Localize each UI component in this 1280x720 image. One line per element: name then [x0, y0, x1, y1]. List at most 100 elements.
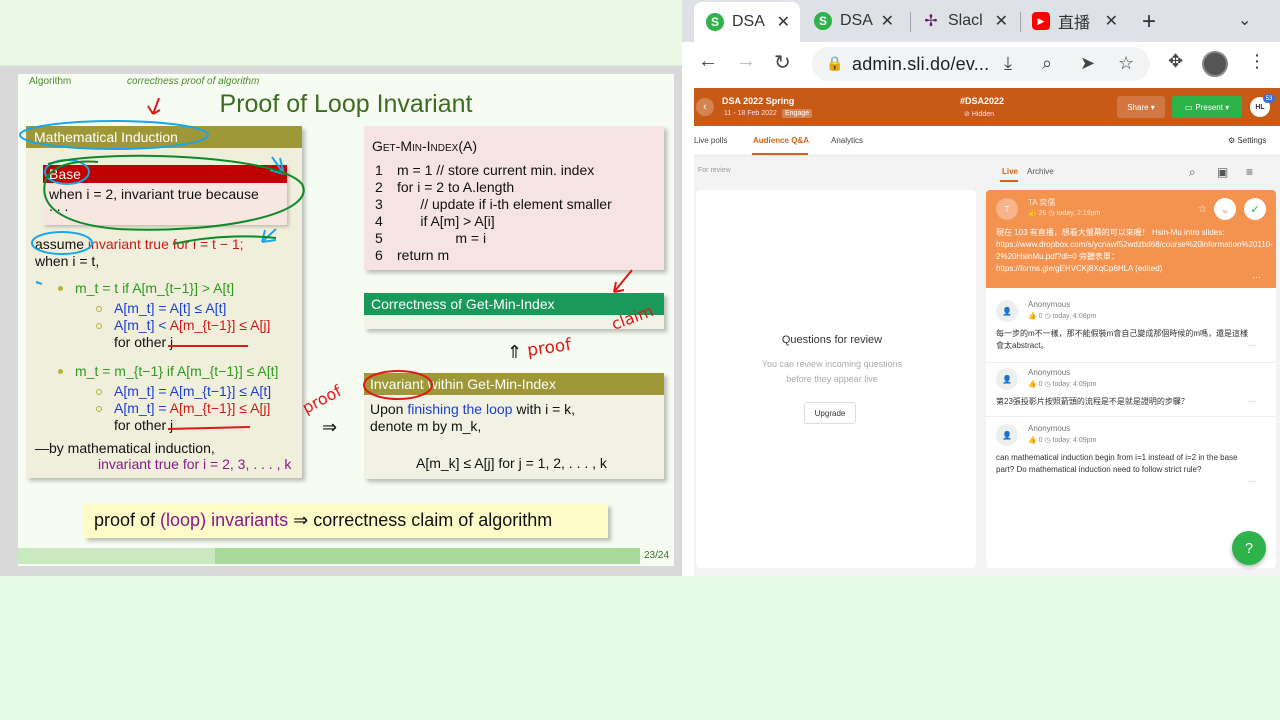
line-number: 2 — [375, 179, 383, 195]
profile-avatar[interactable] — [1202, 51, 1228, 77]
code-text: for i = 2 to A.length — [397, 179, 515, 195]
tab-bar: S DSA ✕ S DSA ✕ ✢ Slacl ✕ ▶ 直播 ✕ + ⌄ — [682, 0, 1280, 42]
tab-archive[interactable]: Archive — [1027, 167, 1054, 176]
code-text: if A[m] > A[i] — [397, 213, 495, 229]
more-icon[interactable]: ··· — [1248, 396, 1257, 406]
forward-icon[interactable]: → — [736, 50, 756, 73]
bullet-icon — [58, 286, 63, 291]
slide-progress-fill — [215, 548, 640, 564]
code-text: m = i — [397, 230, 487, 246]
tab-audience-qa[interactable]: Audience Q&A — [753, 136, 809, 145]
base-heading: Base — [43, 165, 287, 183]
lock-icon: 🔒 — [826, 55, 844, 71]
more-menu-icon[interactable]: ⋮ — [1248, 51, 1266, 72]
line-number: 4 — [375, 213, 383, 229]
implies-arrow: ⇒ — [322, 417, 338, 437]
question-list: T TA 奕儒 👍 26 ◷ today, 2:19pm ☆ ⌄ ✓ 現在 10… — [986, 190, 1276, 568]
question-meta: 👍 0 ◷ today, 4:08pm — [1028, 313, 1097, 320]
back-chevron-icon[interactable]: ‹ — [696, 98, 714, 116]
new-tab-button[interactable]: + — [1142, 8, 1156, 36]
help-icon[interactable]: ? — [1232, 531, 1266, 565]
case2-line1: A[m_t] = A[m_{t−1}] ≤ A[t] — [114, 383, 272, 399]
invariant-line1: Upon finishing the loop with i = k, — [370, 401, 576, 417]
case1-line1: A[m_t] = A[t] ≤ A[t] — [114, 300, 227, 316]
tab-youtube[interactable]: ▶ 直播 ✕ — [1024, 6, 1128, 36]
tab-separator — [910, 12, 911, 32]
slido-header: ‹ DSA 2022 Spring 11 - 18 Feb 2022 Engag… — [694, 88, 1280, 126]
close-icon[interactable]: ✕ — [777, 12, 790, 32]
case1-heading: m_t = t if A[m_{t−1}] > A[t] — [75, 280, 235, 296]
tab-live-polls[interactable]: Live polls — [694, 136, 727, 145]
question-text: 第23張投影片按照箭頭的流程是不是就是證明的步驟？ — [996, 397, 1189, 406]
code-text: return m — [397, 247, 450, 263]
sub-bullet-icon — [96, 323, 102, 329]
visibility-status: ⊘ Hidden — [964, 111, 994, 118]
assume-line: assume invariant true for i = t − 1; — [35, 236, 244, 252]
close-icon[interactable]: ✕ — [995, 11, 1008, 31]
tab-separator — [1020, 12, 1021, 32]
upgrade-button[interactable]: Upgrade — [804, 402, 856, 424]
more-icon[interactable]: ··· — [1252, 272, 1261, 282]
close-icon[interactable]: ✕ — [1105, 11, 1118, 31]
check-icon[interactable]: ✓ — [1244, 198, 1266, 220]
address-bar[interactable]: 🔒 admin.sli.do/ev... ⤓ ⌕ ➤ ☆ — [812, 47, 1150, 81]
code-line: 1 m = 1 // store current min. index — [375, 162, 612, 179]
svg-text:proof: proof — [526, 335, 574, 361]
sub-bullet-icon — [96, 306, 102, 312]
active-tab-indicator — [1000, 180, 1018, 182]
slido-icon: S — [706, 13, 724, 31]
correctness-block: Correctness of Get-Min-Index — [364, 293, 664, 329]
code-text: m = 1 // store current min. index — [397, 162, 595, 178]
extensions-icon[interactable]: ✥ — [1168, 51, 1183, 72]
for-review-label: For review — [698, 167, 731, 174]
reload-icon[interactable]: ↻ — [774, 50, 791, 75]
sub-bullet-icon — [96, 406, 102, 412]
slack-icon: ✢ — [924, 13, 938, 30]
algorithm-block: Get-Min-Index(A) 1 m = 1 // store current… — [364, 126, 664, 270]
more-icon[interactable]: ··· — [1248, 340, 1257, 350]
avatar: T — [996, 198, 1018, 220]
bookmark-star-icon[interactable]: ☆ — [1118, 53, 1134, 74]
question-meta: 👍 0 ◷ today, 4:09pm — [1028, 437, 1097, 444]
question-text: 現在 103 有直播，想看大螢幕的可以來喔！ Hsin-Mu intro sli… — [996, 228, 1273, 273]
tab-dsa-2[interactable]: S DSA ✕ — [804, 6, 904, 36]
viewer-top-strip — [0, 0, 682, 66]
algorithm-title: Get-Min-Index(A) — [372, 138, 477, 154]
line-number: 6 — [375, 247, 383, 263]
case2-heading: m_t = m_{t−1} if A[m_{t−1}] ≤ A[t] — [75, 363, 279, 379]
invariant-line3: A[m_k] ≤ A[j] for j = 1, 2, . . . , k — [416, 455, 607, 471]
install-icon[interactable]: ⤓ — [1004, 53, 1012, 74]
active-tab-indicator — [752, 153, 808, 155]
review-title: Questions for review — [781, 334, 883, 346]
slide-viewer: Algorithm correctness proof of algorithm… — [0, 0, 694, 720]
search-icon[interactable]: ⌕ — [1189, 165, 1196, 180]
share-button[interactable]: Share ▾ — [1117, 96, 1165, 118]
tab-live[interactable]: Live — [1002, 167, 1018, 176]
tab-slack[interactable]: ✢ Slacl ✕ — [914, 6, 1018, 36]
slide-subsection-label: correctness proof of algorithm — [127, 76, 260, 87]
chevron-down-icon[interactable]: ⌄ — [1238, 10, 1251, 30]
archive-icon[interactable]: ▣ — [1217, 165, 1228, 179]
code-line: 6 return m — [375, 247, 612, 264]
present-button[interactable]: ▭ Present ▾ — [1172, 96, 1242, 118]
anonymous-avatar-icon: 👤 — [996, 424, 1018, 446]
highlighted-question[interactable]: T TA 奕儒 👍 26 ◷ today, 2:19pm ☆ ⌄ ✓ 現在 10… — [986, 190, 1276, 288]
zoom-icon[interactable]: ⌕ — [1042, 53, 1052, 74]
close-icon[interactable]: ✕ — [881, 11, 894, 31]
tab-dsa-1[interactable]: S DSA ✕ — [694, 2, 800, 42]
by-induction-line: —by mathematical induction, — [35, 440, 215, 456]
tab-analytics[interactable]: Analytics — [831, 136, 863, 145]
chevron-down-icon[interactable]: ⌄ — [1214, 198, 1236, 220]
back-icon[interactable]: ← — [698, 50, 718, 73]
sub-bullet-icon — [96, 389, 102, 395]
star-icon[interactable]: ☆ — [1198, 204, 1207, 215]
invariant-line2: denote m by m_k, — [370, 418, 482, 434]
case2-line3: for other j — [114, 417, 174, 433]
code-line: 2 for i = 2 to A.length — [375, 179, 612, 196]
filter-icon[interactable]: ≡ — [1246, 165, 1253, 179]
send-icon[interactable]: ➤ — [1080, 53, 1095, 74]
more-icon[interactable]: ··· — [1248, 476, 1257, 486]
code-text: // update if i-th element smaller — [397, 196, 612, 212]
settings-button[interactable]: ⚙ Settings — [1228, 136, 1266, 145]
up-implies-arrow: ⇑ — [507, 342, 523, 362]
